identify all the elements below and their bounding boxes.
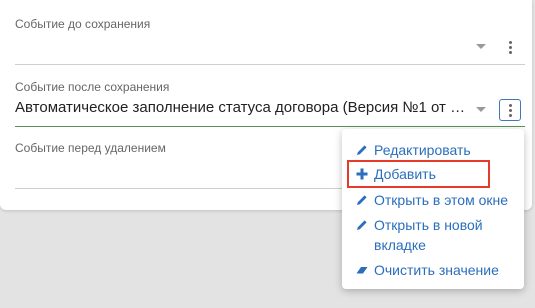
chevron-down-icon[interactable] [476,44,486,49]
more-actions-button[interactable] [499,99,521,121]
menu-item-label: Редактировать [374,142,471,158]
field-underline [15,126,525,127]
field-underline [15,188,345,189]
pencil-icon [357,195,367,205]
field-label: Событие перед удалением [15,141,166,155]
chevron-down-icon[interactable] [476,107,486,112]
field-before-save: Событие до сохранения [15,17,525,67]
menu-item-clear-value[interactable]: Очистить значение [356,260,499,280]
eraser-icon [356,267,368,274]
field-label: Событие после сохранения [15,80,170,94]
field-after-save: Событие после сохранения Автоматическое … [15,80,525,130]
menu-item-edit[interactable]: Редактировать [356,140,471,160]
field-underline [15,64,525,65]
menu-item-open-new-tab[interactable]: Открыть в новой вкладке [356,215,516,255]
field-label: Событие до сохранения [15,17,151,31]
more-vertical-icon [508,103,512,117]
more-actions-button[interactable] [499,36,521,58]
highlight-box [347,160,490,188]
more-vertical-icon [508,40,512,54]
menu-item-label: Очистить значение [374,262,499,278]
actions-menu: Редактировать Добавить Открыть в этом ок… [342,129,524,289]
pencil-icon [357,220,367,230]
menu-item-open-same-window[interactable]: Открыть в этом окне [356,190,508,210]
menu-item-label: Открыть в этом окне [374,192,509,208]
field-value[interactable]: Автоматическое заполнение статуса догово… [15,99,470,116]
menu-item-label: Открыть в новой вкладке [374,217,483,253]
pencil-icon [357,145,367,155]
